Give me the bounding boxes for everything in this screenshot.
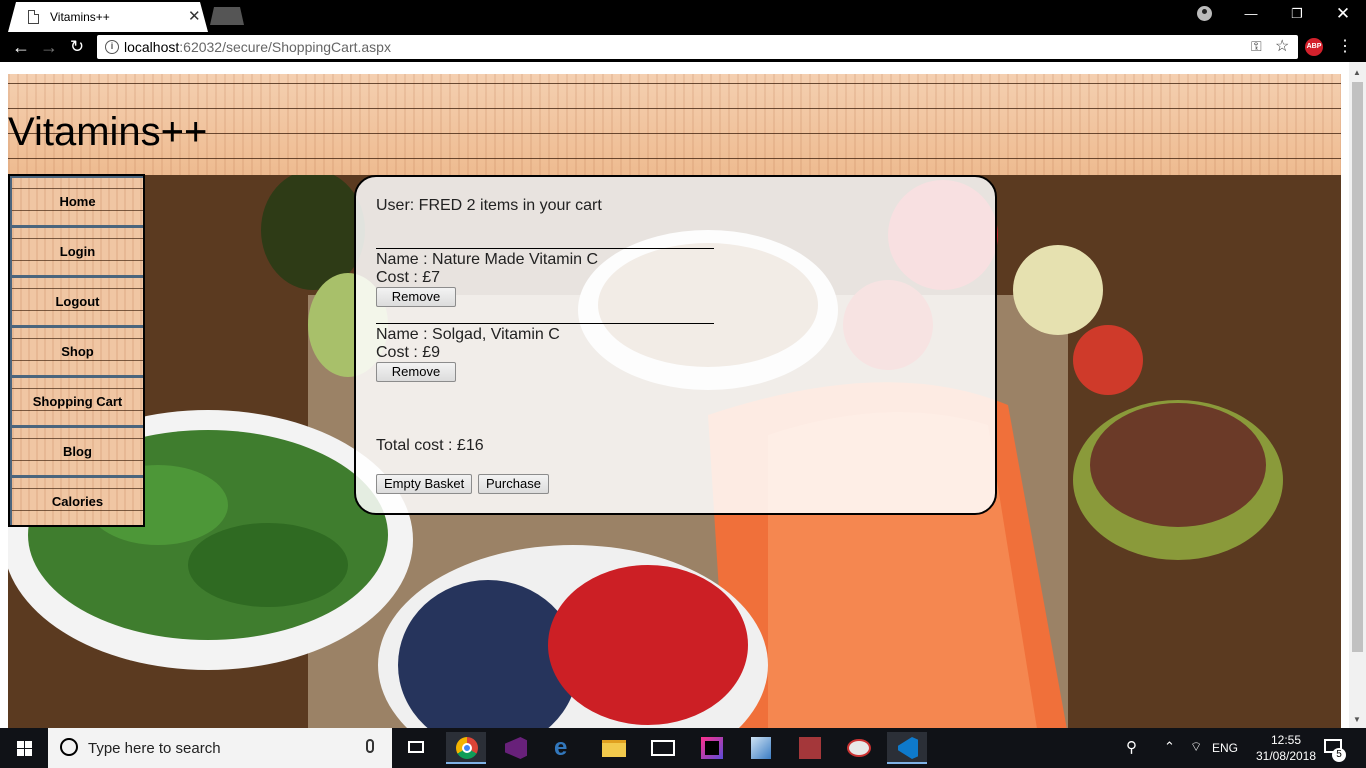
scroll-down-icon[interactable]: ▼ [1353,715,1361,724]
intellij-icon[interactable] [691,732,731,764]
adblock-plus-icon[interactable]: ABP [1305,38,1323,56]
reload-icon[interactable]: ↻ [66,36,88,58]
menu-dots-icon[interactable]: ⋮ [1337,36,1353,56]
browser-toolbar: ← → ↻ i localhost:62032/secure/ShoppingC… [0,32,1366,62]
item-divider [376,323,714,324]
task-view-icon[interactable] [396,732,436,764]
taskbar-search[interactable]: Type here to search [48,728,392,768]
taskbar-clock[interactable]: 12:55 31/08/2018 [1254,732,1318,764]
sidebar-nav: Home Login Logout Shop Shopping Cart Blo… [8,174,145,527]
wifi-icon[interactable]: ⌔ [1190,739,1202,755]
nav-item-shopping-cart[interactable]: Shopping Cart [12,378,143,425]
shopping-cart-panel: User: FRED 2 items in your cart Name : N… [354,175,997,515]
info-icon[interactable]: i [105,40,119,54]
star-icon[interactable]: ☆ [1275,36,1289,56]
remove-item-button[interactable]: Remove [376,362,456,382]
close-tab-icon[interactable]: ✕ [188,7,201,25]
people-icon[interactable]: ⚲ [1126,738,1137,756]
access-icon[interactable] [789,732,829,764]
key-icon[interactable]: ⚿ [1251,38,1262,55]
tab-title: Vitamins++ [50,10,110,24]
cortana-icon [60,738,78,756]
new-tab-button[interactable] [210,7,244,25]
search-placeholder: Type here to search [88,740,221,757]
remove-item-button[interactable]: Remove [376,287,456,307]
microphone-icon[interactable] [366,739,374,753]
site-header: Vitamins++ [8,74,1341,175]
nav-item-login[interactable]: Login [12,228,143,275]
chrome-icon[interactable] [446,732,486,764]
restore-button[interactable]: ❐ [1274,0,1320,28]
paint-icon[interactable] [838,732,878,764]
cart-item-cost: Cost : £7 [376,269,441,286]
nav-item-calories[interactable]: Calories [12,478,143,525]
edge-icon[interactable]: e [544,732,584,764]
minimize-button[interactable]: — [1228,0,1274,28]
language-indicator[interactable]: ENG [1212,741,1238,755]
item-divider [376,248,714,249]
purchase-button[interactable]: Purchase [478,474,549,494]
windows-taskbar: Type here to search e ⚲ ⌃ ⌔ ENG 12:55 31… [0,728,1366,768]
browser-tab[interactable]: Vitamins++ ✕ [8,2,208,32]
scroll-up-icon[interactable]: ▲ [1353,68,1361,77]
url-text[interactable]: localhost:62032/secure/ShoppingCart.aspx [124,39,391,55]
nav-item-home[interactable]: Home [12,178,143,225]
chevron-up-icon[interactable]: ⌃ [1164,739,1175,755]
profile-icon[interactable] [1197,6,1212,21]
nav-item-shop[interactable]: Shop [12,328,143,375]
cart-item-cost: Cost : £9 [376,344,441,361]
nav-item-logout[interactable]: Logout [12,278,143,325]
address-bar[interactable]: i localhost:62032/secure/ShoppingCart.as… [97,35,1298,59]
clock-date: 31/08/2018 [1255,749,1317,763]
page-scrollbar[interactable]: ▲ ▼ [1349,62,1366,728]
forward-arrow-icon[interactable]: → [38,36,60,58]
cart-item-name: Name : Nature Made Vitamin C [376,251,599,268]
windows-start-button[interactable] [0,728,48,768]
file-explorer-icon[interactable] [593,732,633,764]
mail-icon[interactable] [642,732,682,764]
vscode-icon[interactable] [887,732,927,764]
notification-badge: 5 [1332,748,1346,762]
clock-time: 12:55 [1270,733,1302,747]
browser-titlebar: Vitamins++ ✕ — ❐ ✕ [0,0,1366,32]
virtualbox-icon[interactable] [740,732,780,764]
visual-studio-icon[interactable] [495,732,535,764]
page-icon [28,10,39,24]
back-arrow-icon[interactable]: ← [10,36,32,58]
cart-item-name: Name : Solgad, Vitamin C [376,326,560,343]
scrollbar-thumb[interactable] [1352,82,1363,652]
empty-basket-button[interactable]: Empty Basket [376,474,473,494]
cart-total: Total cost : £16 [376,437,484,454]
nav-item-blog[interactable]: Blog [12,428,143,475]
close-window-button[interactable]: ✕ [1320,0,1366,28]
site-title: Vitamins++ [8,110,208,154]
cart-user-line: User: FRED 2 items in your cart [376,197,602,214]
